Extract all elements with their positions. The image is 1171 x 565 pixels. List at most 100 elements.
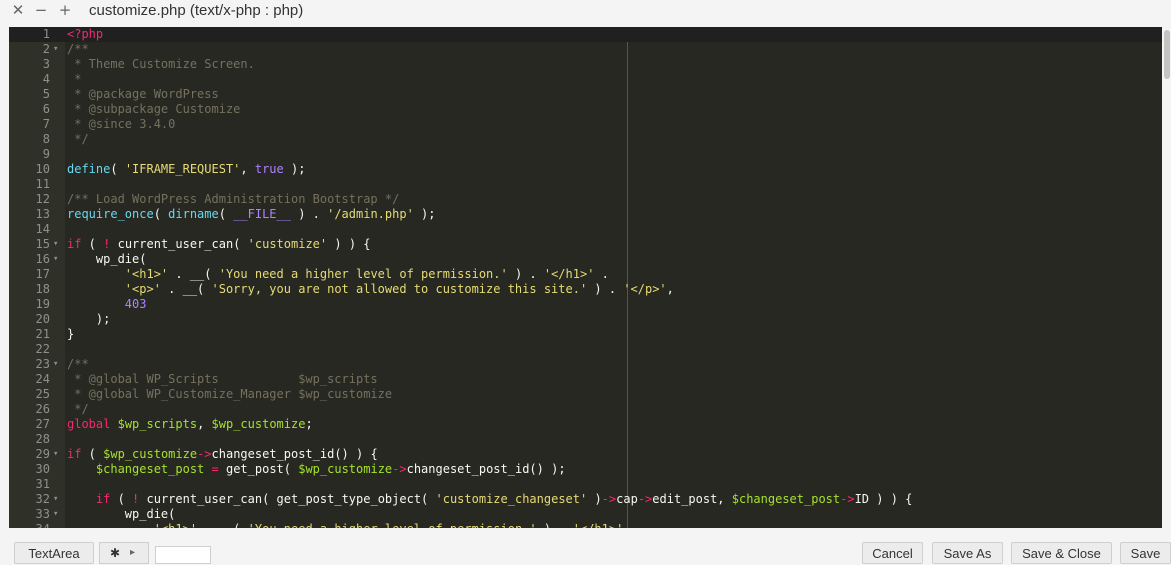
- code-line[interactable]: 32 ▾ if ( ! current_user_can( get_post_ty…: [9, 492, 1162, 507]
- cancel-button[interactable]: Cancel: [862, 542, 923, 564]
- code-token: $changeset_post: [731, 492, 841, 506]
- code-line[interactable]: 11: [9, 177, 1162, 192]
- code-line[interactable]: 1 <?php: [9, 27, 1162, 42]
- code-token: $changeset_post: [95, 462, 205, 476]
- fold-toggle-icon[interactable]: ▾: [53, 357, 61, 372]
- code-line[interactable]: 12 /** Load WordPress Administration Boot…: [9, 192, 1162, 207]
- line-code: * @subpackage Customize: [67, 102, 240, 117]
- code-line[interactable]: 14: [9, 222, 1162, 237]
- code-token: wp_die(: [67, 252, 147, 266]
- code-line[interactable]: 15 ▾ if ( ! current_user_can( 'customize' …: [9, 237, 1162, 252]
- line-code: <?php: [67, 27, 103, 42]
- code-token: dirname: [168, 207, 219, 221]
- code-line[interactable]: 25 * @global WP_Customize_Manager $wp_cu…: [9, 387, 1162, 402]
- code-token: ,: [240, 162, 255, 176]
- code-line[interactable]: 27 global $wp_scripts, $wp_customize;: [9, 417, 1162, 432]
- line-number: 13: [35, 207, 50, 221]
- fold-toggle-icon[interactable]: ▾: [53, 252, 61, 267]
- code-line[interactable]: 33 ▾ wp_die(: [9, 507, 1162, 522]
- code-token: $wp_customize: [103, 447, 198, 461]
- code-line[interactable]: 34 '<h1>' . __( 'You need a higher level…: [9, 522, 1162, 528]
- code-token: ) .: [290, 207, 328, 221]
- fold-toggle-icon[interactable]: ▾: [53, 507, 61, 522]
- code-token: if: [95, 492, 111, 506]
- fold-toggle-icon[interactable]: ▾: [53, 447, 61, 462]
- code-line[interactable]: 4 *: [9, 72, 1162, 87]
- fold-toggle-icon[interactable]: ▾: [53, 237, 61, 252]
- line-number: 16: [35, 252, 50, 266]
- code-token: 'You need a higher level of permission.': [218, 267, 508, 281]
- code-token: ) .: [507, 267, 544, 281]
- line-code: */: [67, 132, 89, 147]
- line-code: if ( ! current_user_can( 'customize' ) )…: [67, 237, 371, 252]
- code-token: '</h1>': [573, 522, 624, 528]
- code-line[interactable]: 26 */: [9, 402, 1162, 417]
- code-line[interactable]: 20 );: [9, 312, 1162, 327]
- scrollbar-thumb[interactable]: [1164, 30, 1170, 79]
- fold-toggle-icon[interactable]: ▾: [53, 42, 61, 57]
- code-line[interactable]: 22: [9, 342, 1162, 357]
- code-line[interactable]: 23 ▾ /**: [9, 357, 1162, 372]
- minimize-icon[interactable]: −: [34, 2, 48, 18]
- code-line[interactable]: 29 ▾ if ( $wp_customize->changeset_post_id…: [9, 447, 1162, 462]
- code-lines[interactable]: 1 <?php 2 ▾/** 3 * Theme Customize Screen. 4 …: [9, 27, 1162, 528]
- code-line[interactable]: 9: [9, 147, 1162, 162]
- code-line[interactable]: 21}: [9, 327, 1162, 342]
- code-line[interactable]: 3 * Theme Customize Screen.: [9, 57, 1162, 72]
- line-code: /**: [67, 42, 89, 57]
- save-as-button[interactable]: Save As: [932, 542, 1003, 564]
- code-line[interactable]: 5 * @package WordPress: [9, 87, 1162, 102]
- chevron-right-icon: ▸: [130, 547, 136, 558]
- line-code: global $wp_scripts, $wp_customize;: [67, 417, 313, 432]
- code-token: 'IFRAME_REQUEST': [124, 162, 241, 176]
- code-line[interactable]: 19 403: [9, 297, 1162, 312]
- line-number: 1: [42, 27, 50, 41]
- code-line[interactable]: 16 ▾ wp_die(: [9, 252, 1162, 267]
- line-number: 32: [35, 492, 50, 506]
- textarea-button[interactable]: TextArea: [14, 542, 94, 564]
- code-token: <?php: [67, 27, 104, 41]
- code-line[interactable]: 6 * @subpackage Customize: [9, 102, 1162, 117]
- line-number: 8: [42, 132, 50, 146]
- close-icon[interactable]: ✕: [11, 2, 25, 18]
- code-line[interactable]: 13 require_once( dirname( __FILE__ ) . '/…: [9, 207, 1162, 222]
- line-code: * Theme Customize Screen.: [67, 57, 255, 72]
- code-line[interactable]: 17 '<h1>' . __( 'You need a higher level…: [9, 267, 1162, 282]
- code-line[interactable]: 30 $changeset_post = get_post( $wp_custo…: [9, 462, 1162, 477]
- line-number: 5: [42, 87, 50, 101]
- code-line[interactable]: 8 */: [9, 132, 1162, 147]
- code-token: '<h1>': [154, 522, 197, 528]
- code-line[interactable]: 7 * @since 3.4.0: [9, 117, 1162, 132]
- highlight-mode-select[interactable]: ✱ ▸: [99, 542, 149, 564]
- code-line[interactable]: 18 '<p>' . __( 'Sorry, you are not allow…: [9, 282, 1162, 297]
- vertical-scrollbar[interactable]: [1163, 27, 1171, 528]
- code-token: ->: [840, 492, 855, 506]
- code-editor[interactable]: 1 <?php 2 ▾/** 3 * Theme Customize Screen. 4 …: [9, 27, 1162, 528]
- code-token: * @subpackage Customize: [67, 102, 241, 116]
- code-token: * @package WordPress: [67, 87, 219, 101]
- save-close-button[interactable]: Save & Close: [1011, 542, 1112, 564]
- line-code: wp_die(: [67, 252, 147, 267]
- search-input[interactable]: [155, 546, 211, 564]
- line-code: 403: [67, 297, 147, 312]
- line-number: 7: [42, 117, 50, 131]
- code-token: true: [254, 162, 284, 176]
- code-line[interactable]: 28: [9, 432, 1162, 447]
- plus-icon[interactable]: +: [58, 2, 72, 18]
- line-number: 18: [35, 282, 50, 296]
- code-token: */: [67, 402, 89, 416]
- line-number: 10: [35, 162, 50, 176]
- code-line[interactable]: 2 ▾ /**: [9, 42, 1162, 57]
- code-line[interactable]: 24 * @global WP_Scripts $wp_scripts: [9, 372, 1162, 387]
- code-token: ) .: [537, 522, 573, 528]
- code-token: */: [67, 132, 89, 146]
- code-line[interactable]: 31: [9, 477, 1162, 492]
- fold-toggle-icon[interactable]: ▾: [53, 492, 61, 507]
- code-line[interactable]: 10 define( 'IFRAME_REQUEST', true );: [9, 162, 1162, 177]
- line-code: *: [67, 72, 81, 87]
- line-number: 4: [42, 72, 50, 86]
- save-button[interactable]: Save: [1120, 542, 1171, 564]
